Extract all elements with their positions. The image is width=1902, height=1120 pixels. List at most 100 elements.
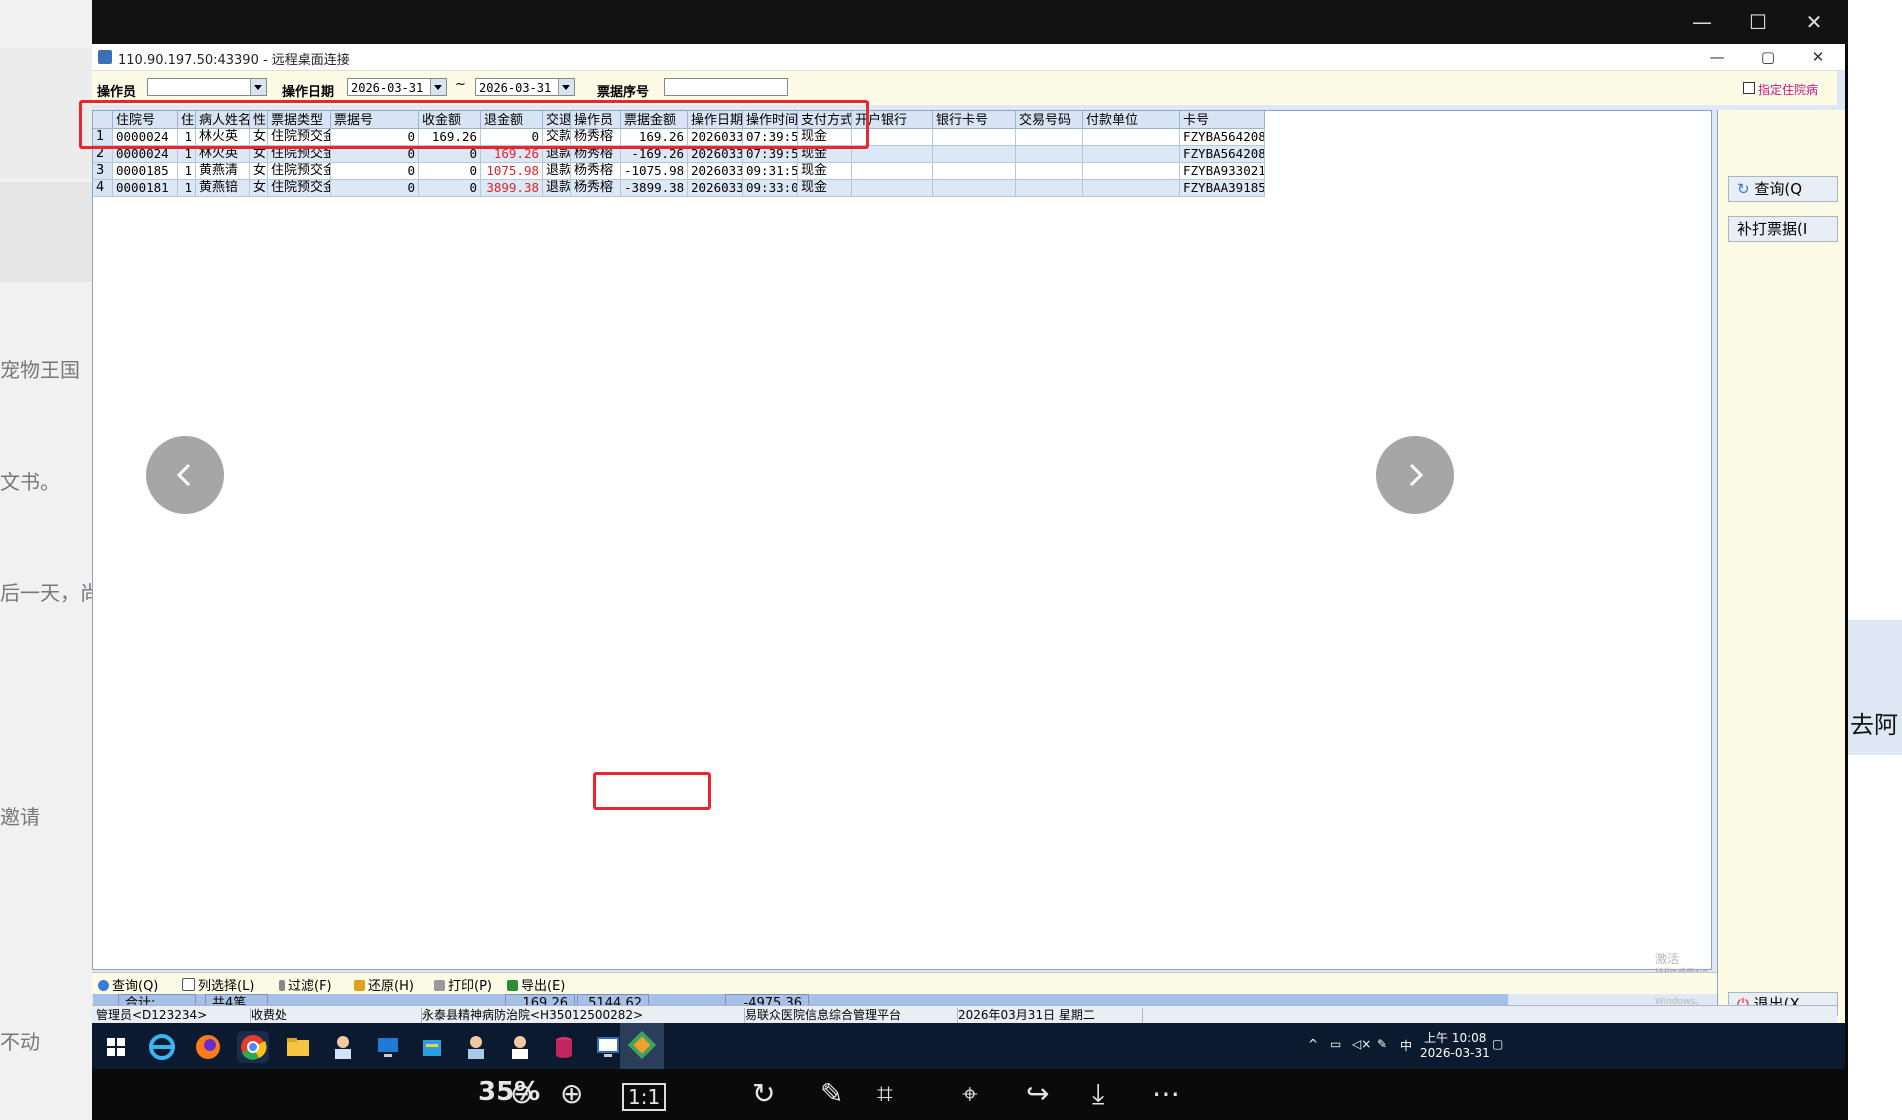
- table-cell[interactable]: 0: [331, 129, 419, 146]
- export-button[interactable]: 导出(E): [507, 975, 565, 994]
- column-header[interactable]: 付款单位: [1083, 111, 1180, 129]
- operator-select[interactable]: [147, 78, 267, 96]
- table-cell[interactable]: [1083, 180, 1180, 197]
- table-cell[interactable]: 09:31:56: [743, 163, 798, 180]
- table-cell[interactable]: -1075.98: [621, 163, 688, 180]
- table-cell[interactable]: 09:33:04: [743, 180, 798, 197]
- table-cell[interactable]: 3899.38: [481, 180, 543, 197]
- table-cell[interactable]: 20260331: [688, 163, 743, 180]
- table-cell[interactable]: [933, 129, 1016, 146]
- restore-button[interactable]: 还原(H): [354, 975, 414, 994]
- table-cell[interactable]: FZYBAA3918588: [1180, 180, 1265, 197]
- table-cell[interactable]: 20260331: [688, 129, 743, 146]
- finance-app-icon[interactable]: [416, 1031, 448, 1063]
- row-index[interactable]: 2: [93, 146, 113, 163]
- filter-button[interactable]: 过滤(F): [279, 975, 332, 994]
- table-cell[interactable]: [1016, 146, 1083, 163]
- table-cell[interactable]: 退款: [543, 163, 571, 180]
- table-cell[interactable]: 退款: [543, 180, 571, 197]
- table-cell[interactable]: 杨秀榕: [571, 129, 621, 146]
- table-cell[interactable]: 现金: [798, 129, 852, 146]
- table-cell[interactable]: 0000024: [113, 146, 178, 163]
- table-cell[interactable]: 杨秀榕: [571, 180, 621, 197]
- ticket-input[interactable]: [664, 78, 788, 96]
- table-cell[interactable]: 现金: [798, 163, 852, 180]
- firefox-icon[interactable]: [192, 1031, 224, 1063]
- column-header[interactable]: 操作日期: [688, 111, 743, 129]
- table-cell[interactable]: 林火英: [196, 129, 250, 146]
- crop-icon[interactable]: ⌗: [877, 1077, 893, 1111]
- volume-muted-icon[interactable]: ◁×: [1352, 1037, 1371, 1051]
- table-cell[interactable]: 1: [178, 129, 196, 146]
- table-cell[interactable]: 现金: [798, 146, 852, 163]
- table-cell[interactable]: 0000024: [113, 129, 178, 146]
- row-index[interactable]: 1: [93, 129, 113, 146]
- remote-minimize-icon[interactable]: —: [1702, 46, 1732, 68]
- specify-checkbox[interactable]: [1743, 82, 1755, 94]
- column-header[interactable]: 退金额: [481, 111, 543, 129]
- table-cell[interactable]: 169.26: [621, 129, 688, 146]
- actual-size-button[interactable]: 1:1: [622, 1083, 667, 1111]
- tray-date[interactable]: 2026-03-31: [1420, 1046, 1490, 1060]
- table-cell[interactable]: 住院预交金: [268, 146, 331, 163]
- column-header[interactable]: 支付方式: [798, 111, 852, 129]
- table-cell[interactable]: [852, 129, 933, 146]
- table-cell[interactable]: 0: [419, 180, 481, 197]
- ie-icon[interactable]: [146, 1031, 178, 1063]
- his-app-icon[interactable]: [620, 1023, 664, 1069]
- column-header[interactable]: 操作时间: [743, 111, 798, 129]
- ime-indicator[interactable]: 中: [1400, 1037, 1412, 1054]
- column-header[interactable]: 票据类型: [268, 111, 331, 129]
- table-cell[interactable]: [852, 180, 933, 197]
- windows-start-icon[interactable]: [100, 1031, 132, 1063]
- more-icon[interactable]: ⋯: [1152, 1077, 1180, 1110]
- table-cell[interactable]: 住院预交金: [268, 180, 331, 197]
- close-icon[interactable]: ✕: [1790, 6, 1838, 38]
- table-cell[interactable]: 女: [250, 180, 268, 197]
- table-cell[interactable]: 0: [419, 146, 481, 163]
- table-cell[interactable]: 女: [250, 163, 268, 180]
- text-recognition-icon[interactable]: ⌖: [962, 1077, 978, 1111]
- folder-icon[interactable]: [282, 1031, 314, 1063]
- table-cell[interactable]: 住院预交金: [268, 163, 331, 180]
- monitor-app-icon[interactable]: [372, 1031, 404, 1063]
- table-cell[interactable]: -169.26: [621, 146, 688, 163]
- chevron-down-icon[interactable]: [430, 79, 446, 95]
- table-cell[interactable]: [1016, 180, 1083, 197]
- column-header[interactable]: 交退: [543, 111, 571, 129]
- table-cell[interactable]: 林火英: [196, 146, 250, 163]
- column-header[interactable]: 银行卡号: [933, 111, 1016, 129]
- pharmacy-app-icon[interactable]: [504, 1031, 536, 1063]
- column-header[interactable]: 交易号码: [1016, 111, 1083, 129]
- table-cell[interactable]: [852, 163, 933, 180]
- table-cell[interactable]: 黄燕锫: [196, 180, 250, 197]
- database-icon[interactable]: [548, 1031, 580, 1063]
- table-cell[interactable]: 杨秀榕: [571, 163, 621, 180]
- side-query-button[interactable]: ↻ 查询(Q: [1728, 176, 1838, 202]
- column-header[interactable]: 病人姓名: [196, 111, 250, 129]
- chevron-down-icon[interactable]: [558, 79, 574, 95]
- column-header[interactable]: 票据金额: [621, 111, 688, 129]
- table-cell[interactable]: 20260331: [688, 146, 743, 163]
- table-cell[interactable]: 交款: [543, 129, 571, 146]
- remote-maximize-icon[interactable]: ▢: [1753, 46, 1783, 68]
- table-cell[interactable]: FZYBA93302165: [1180, 163, 1265, 180]
- notification-icon[interactable]: ▢: [1492, 1037, 1503, 1051]
- network-icon[interactable]: ▭: [1330, 1037, 1341, 1051]
- table-cell[interactable]: 1: [178, 146, 196, 163]
- table-cell[interactable]: 0: [331, 180, 419, 197]
- table-cell[interactable]: 1075.98: [481, 163, 543, 180]
- maximize-icon[interactable]: ☐: [1734, 6, 1782, 38]
- table-cell[interactable]: 0: [331, 146, 419, 163]
- date-to-picker[interactable]: 2026-03-31: [475, 78, 575, 96]
- column-header[interactable]: 卡号: [1180, 111, 1265, 129]
- row-index[interactable]: 3: [93, 163, 113, 180]
- pen-icon[interactable]: ✎: [1377, 1037, 1387, 1051]
- zoom-in-icon[interactable]: ⊕: [560, 1077, 583, 1110]
- table-cell[interactable]: 退款: [543, 146, 571, 163]
- tray-chevron-up-icon[interactable]: ^: [1308, 1037, 1318, 1051]
- edit-icon[interactable]: ✎: [820, 1077, 843, 1110]
- table-cell[interactable]: FZYBA56420891: [1180, 146, 1265, 163]
- nurse-app-icon[interactable]: [460, 1031, 492, 1063]
- column-header[interactable]: 操作员: [571, 111, 621, 129]
